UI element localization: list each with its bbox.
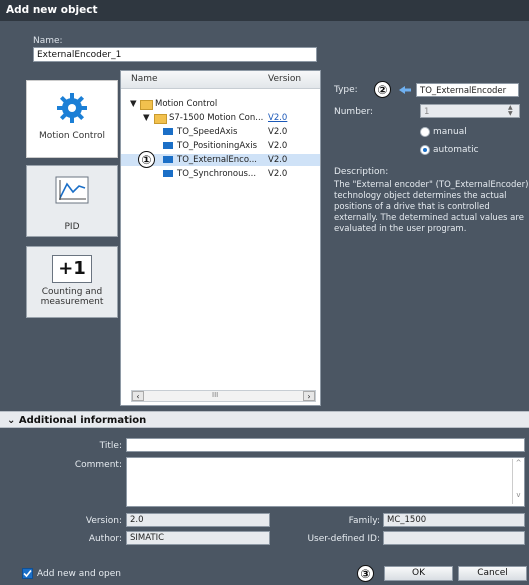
tree-header: Name Version [121,71,320,89]
tree-row-label: S7-1500 Motion Con... [169,113,264,123]
manual-label: manual [433,127,467,137]
tree-row[interactable]: TO_PositioningAxis V2.0 [121,140,320,152]
add-new-and-open-label[interactable]: Add new and open [37,569,121,579]
user-defined-id-label: User-defined ID: [307,534,380,544]
tree-row-label: TO_ExternalEnco... [177,155,257,165]
tree-row[interactable]: ▼ Motion Control [121,98,320,110]
ok-button[interactable]: OK [384,566,453,581]
checkmark-icon [23,569,32,578]
title-label: Title: [99,441,122,451]
number-field[interactable]: 1 [420,104,520,118]
tree-row-label: TO_SpeedAxis [177,127,238,137]
number-label: Number: [334,107,374,117]
category-counting[interactable]: +1 Counting and measurement [26,246,118,318]
technology-object-icon [163,156,173,163]
gear-icon [55,91,89,125]
family-field[interactable]: MC_1500 [383,513,525,527]
add-new-object-dialog: Add new object Name: ExternalEncoder_1 M… [0,0,529,585]
tree-row-label: Motion Control [155,99,218,109]
expand-icon[interactable]: ▼ [143,112,150,124]
version-field[interactable]: 2.0 [126,513,270,527]
callout-marker-1: ① [138,151,155,168]
tree-row-version: V2.0 [268,155,288,165]
manual-radio[interactable] [420,127,430,137]
category-label: PID [64,222,80,232]
technology-object-icon [163,170,173,177]
category-panel: Motion Control PID +1 Counting and measu… [18,70,118,405]
user-defined-id-field[interactable] [383,531,525,545]
object-tree[interactable]: Name Version ▼ Motion Control ▼ S7-1500 … [120,70,321,406]
dialog-footer: Add new and open ③ OK Cancel [0,563,529,585]
family-label: Family: [348,516,380,526]
chart-icon [55,176,89,210]
column-name[interactable]: Name [131,74,158,84]
tree-row-version: V2.0 [268,169,288,179]
name-input[interactable]: ExternalEncoder_1 [33,47,317,62]
category-label: Motion Control [39,131,105,141]
author-field[interactable]: SIMATIC [126,531,270,545]
tree-row[interactable]: TO_Synchronous... V2.0 [121,168,320,180]
category-pid[interactable]: PID [26,165,118,237]
technology-object-icon [163,128,173,135]
folder-icon [154,114,167,124]
comment-scrollbar[interactable]: ^ v [512,459,524,504]
horizontal-scrollbar[interactable]: ‹ III › [131,390,316,402]
type-field: TO_ExternalEncoder [416,83,519,97]
additional-information-section: ⌄ Additional information Title: Comment:… [0,411,529,563]
tree-row-label: TO_Synchronous... [177,169,257,179]
callout-marker-3: ③ [357,565,374,582]
arrow-icon [399,86,411,94]
dialog-title: Add new object [0,0,529,21]
category-label: Counting and measurement [40,287,104,307]
additional-information-header[interactable]: ⌄ Additional information [0,411,529,428]
comment-label: Comment: [74,460,122,470]
type-label: Type: [334,85,358,95]
automatic-radio[interactable] [420,145,430,155]
expand-icon[interactable]: ▼ [130,98,137,110]
folder-icon [140,100,153,110]
tree-row[interactable]: TO_SpeedAxis V2.0 [121,126,320,138]
automatic-label: automatic [433,145,479,155]
scroll-right-button[interactable]: › [303,391,315,401]
properties-panel: Type: ② TO_ExternalEncoder Number: 1 ▲ ▼ … [326,70,529,405]
plus-one-icon: +1 [52,255,92,283]
number-spinner[interactable]: ▲ ▼ [508,105,513,117]
cancel-button[interactable]: Cancel [458,566,527,581]
tree-row-version: V2.0 [268,141,288,151]
tree-row-version: V2.0 [268,127,288,137]
scroll-thumb[interactable]: III [212,391,218,399]
add-new-and-open-checkbox[interactable] [22,568,33,579]
description-label: Description: [334,167,389,177]
version-link[interactable]: V2.0 [268,112,287,124]
chevron-down-icon[interactable]: ⌄ [7,415,15,426]
tree-row-label: TO_PositioningAxis [177,141,258,151]
version-label: Version: [85,516,122,526]
column-version[interactable]: Version [268,74,301,84]
additional-information-title: Additional information [18,415,147,426]
author-label: Author: [88,534,122,544]
scroll-left-button[interactable]: ‹ [132,391,144,401]
callout-marker-2: ② [374,81,391,98]
name-label: Name: [33,36,63,46]
description-text: The "External encoder" (TO_ExternalEncod… [334,180,529,234]
category-motion-control[interactable]: Motion Control [26,80,118,158]
comment-textarea[interactable] [126,457,525,507]
tree-row[interactable]: ▼ S7-1500 Motion Con... V2.0 [121,112,320,124]
title-input[interactable] [126,438,525,452]
technology-object-icon [163,142,173,149]
